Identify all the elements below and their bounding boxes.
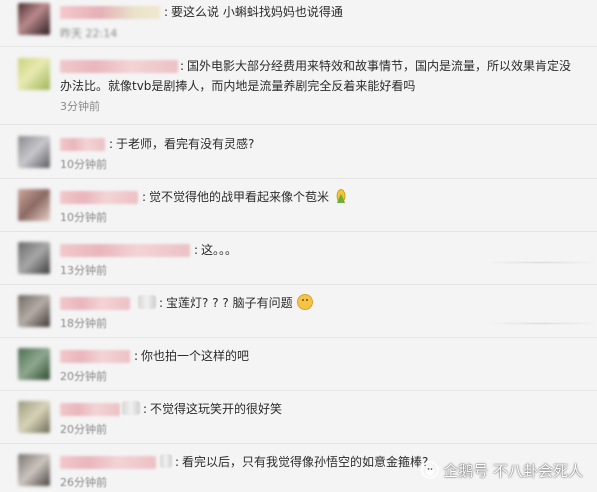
comment-text: : 宝莲灯? ? ? 脑子有问题 (138, 293, 314, 313)
username-blurred[interactable] (60, 350, 130, 363)
comment-time: 10分钟前 (60, 211, 107, 224)
blurred-divider (487, 323, 597, 324)
username-blurred[interactable] (60, 456, 156, 469)
comment-time: 20分钟前 (60, 423, 107, 436)
avatar[interactable] (18, 3, 50, 35)
comment-text: : 于老师，看完有没有灵感? (109, 137, 255, 151)
confused-face-emoji-icon (297, 294, 314, 310)
corn-emoji-icon (336, 189, 346, 203)
avatar[interactable] (18, 348, 50, 380)
comment-item: : 要这么说 小蝌蚪找妈妈也说得通 昨天 22:14 (0, 0, 597, 47)
avatar[interactable] (18, 295, 50, 327)
comment-item: : 于老师，看完有没有灵感? 10分钟前 (0, 126, 597, 179)
username-blurred[interactable] (60, 138, 105, 151)
username-blurred[interactable] (60, 6, 160, 19)
comment-text: : 觉不觉得他的战甲看起来像个苞米 (142, 187, 347, 207)
avatar[interactable] (18, 242, 50, 274)
comment-item: : 这。。。 13分钟前 (0, 232, 597, 285)
comment-time: 18分钟前 (60, 317, 107, 330)
avatar[interactable] (18, 189, 50, 221)
comment-text: : 不觉得这玩笑开的很好笑 (122, 399, 282, 419)
comment-list: : 要这么说 小蝌蚪找妈妈也说得通 昨天 22:14 : 国外电影大部分经费用来特效… (0, 0, 597, 492)
avatar[interactable] (18, 136, 50, 168)
avatar[interactable] (18, 401, 50, 433)
sticker-icon (160, 454, 172, 468)
username-blurred[interactable] (60, 297, 130, 310)
comment-text-continued: 办法比。就像tvb是剧捧人，而内地是流量养剧完全反着来能好看吗 (60, 79, 416, 93)
comment-text: : 这。。。 (194, 243, 238, 257)
username-blurred[interactable] (60, 191, 138, 204)
comment-time: 13分钟前 (60, 264, 107, 277)
avatar[interactable] (18, 58, 50, 90)
username-blurred[interactable] (60, 403, 120, 416)
avatar[interactable] (18, 454, 50, 486)
comment-text: : 你也拍一个这样的吧 (134, 349, 250, 363)
sticker-icon (122, 401, 140, 415)
comment-time: 10分钟前 (60, 158, 107, 171)
comment-item: : 不觉得这玩笑开的很好笑 20分钟前 (0, 391, 597, 444)
username-blurred[interactable] (60, 60, 178, 73)
comment-time: 26分钟前 (60, 476, 107, 489)
comment-text: : 国外电影大部分经费用来特效和故事情节，国内是流量，所以效果肯定没 (180, 59, 572, 73)
comment-text: : 要这么说 小蝌蚪找妈妈也说得通 (164, 5, 343, 19)
sticker-icon (138, 295, 156, 309)
comment-item: : 觉不觉得他的战甲看起来像个苞米 10分钟前 (0, 179, 597, 232)
username-blurred[interactable] (60, 244, 190, 257)
comment-item: : 国外电影大部分经费用来特效和故事情节，国内是流量，所以效果肯定没 办法比。就像… (0, 48, 597, 125)
comment-item: : 你也拍一个这样的吧 20分钟前 (0, 338, 597, 391)
blurred-divider (487, 262, 597, 263)
penguin-logo-icon (421, 461, 440, 479)
comment-time: 3分钟前 (60, 100, 100, 113)
comment-item: : 宝莲灯? ? ? 脑子有问题 18分钟前 (0, 285, 597, 338)
watermark: 企鹅号 不八卦会死人 (421, 460, 583, 482)
comment-time: 20分钟前 (60, 370, 107, 383)
comment-text: : 看完以后，只有我觉得像孙悟空的如意金箍棒? (160, 452, 428, 472)
comment-time: 昨天 22:14 (60, 27, 118, 40)
